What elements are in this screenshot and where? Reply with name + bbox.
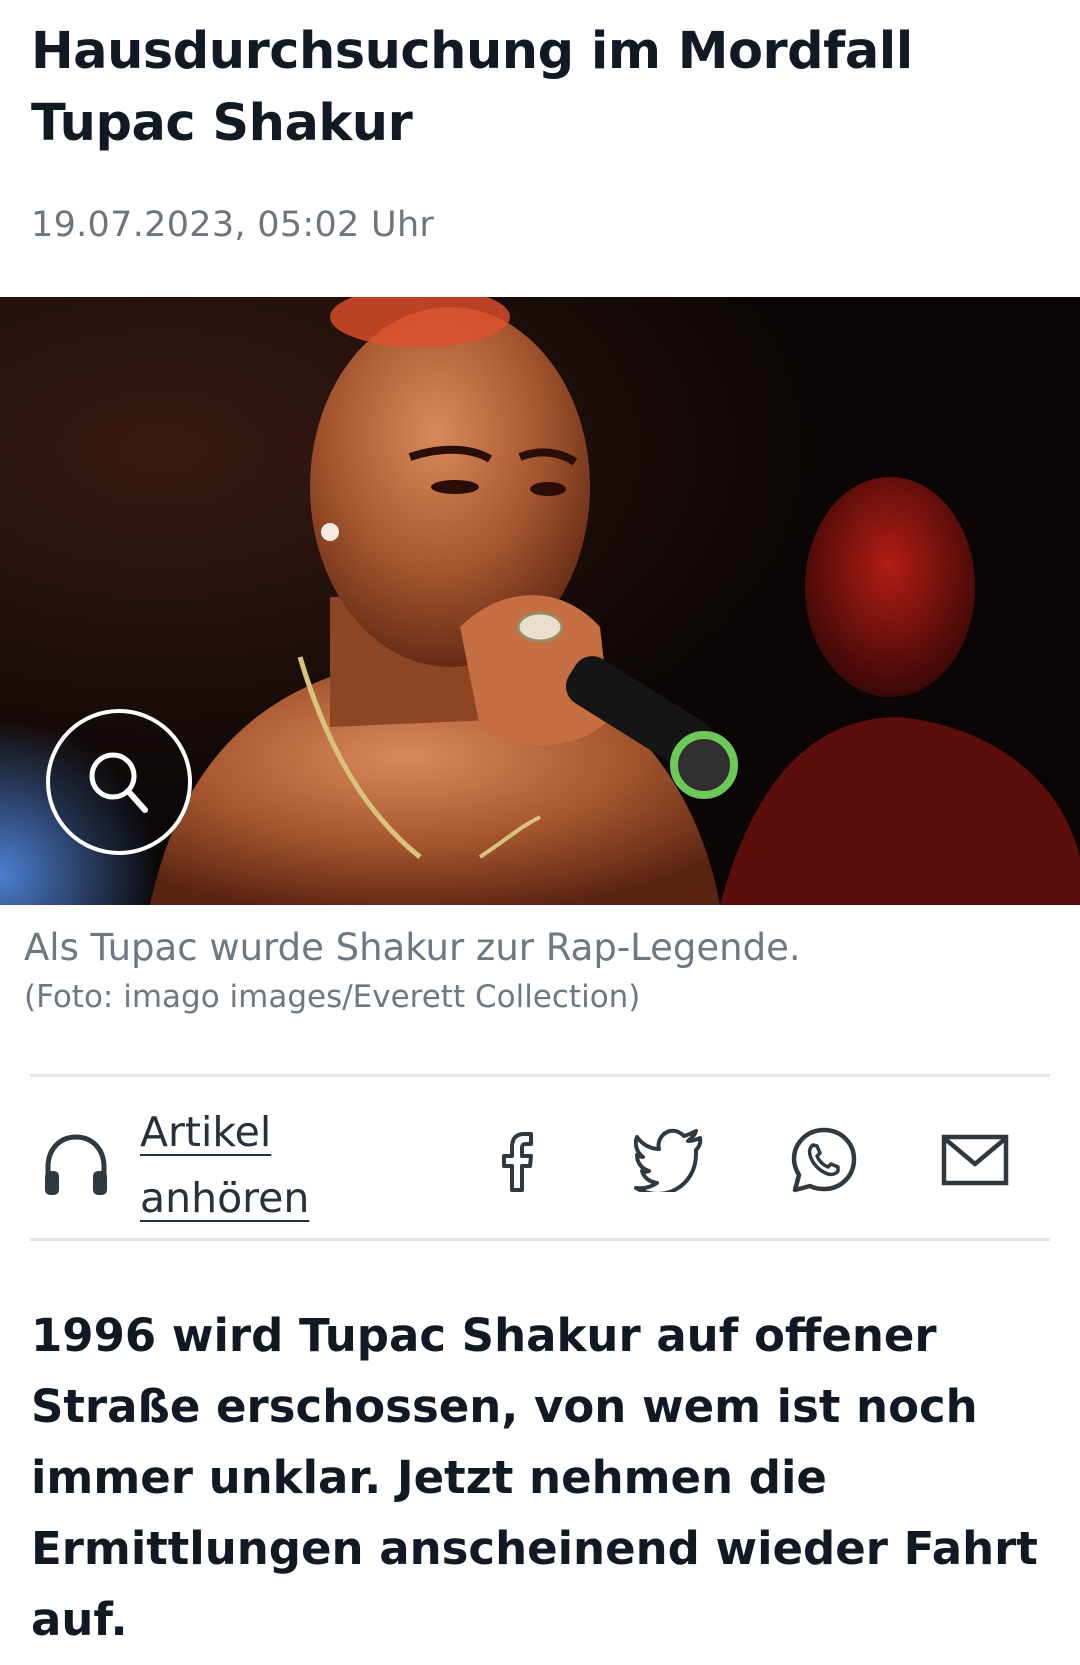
article-headline: Hausdurchsuchung im Mordfall Tupac Shaku… bbox=[31, 22, 913, 153]
share-whatsapp-button[interactable] bbox=[784, 1120, 864, 1200]
photo-credit: (Foto: imago images/Everett Collection) bbox=[24, 979, 641, 1015]
article-date: 19.07.2023, 05:02 Uhr bbox=[31, 205, 435, 245]
divider-top bbox=[30, 1074, 1050, 1077]
listen-article-button[interactable]: Artikel anhören bbox=[40, 1095, 330, 1235]
caption-text: Als Tupac wurde Shakur zur Rap-Legende. bbox=[24, 926, 801, 969]
listen-article-label: Artikel anhören bbox=[140, 1108, 310, 1222]
twitter-icon bbox=[634, 1128, 703, 1192]
image-zoom-button[interactable] bbox=[46, 709, 192, 855]
headphones-icon bbox=[45, 1134, 107, 1195]
image-caption: Als Tupac wurde Shakur zur Rap-Legende. … bbox=[24, 925, 1054, 1019]
share-facebook-button[interactable] bbox=[478, 1120, 558, 1200]
whatsapp-icon bbox=[791, 1127, 857, 1193]
article-hero-image[interactable] bbox=[0, 297, 1080, 905]
share-email-button[interactable] bbox=[935, 1120, 1015, 1200]
facebook-icon bbox=[502, 1132, 533, 1192]
search-icon bbox=[89, 752, 148, 813]
divider-bottom bbox=[30, 1238, 1050, 1241]
share-twitter-button[interactable] bbox=[630, 1120, 710, 1200]
article-lead: 1996 wird Tupac Shakur auf offener Straß… bbox=[31, 1309, 1038, 1646]
mail-icon bbox=[941, 1134, 1009, 1186]
